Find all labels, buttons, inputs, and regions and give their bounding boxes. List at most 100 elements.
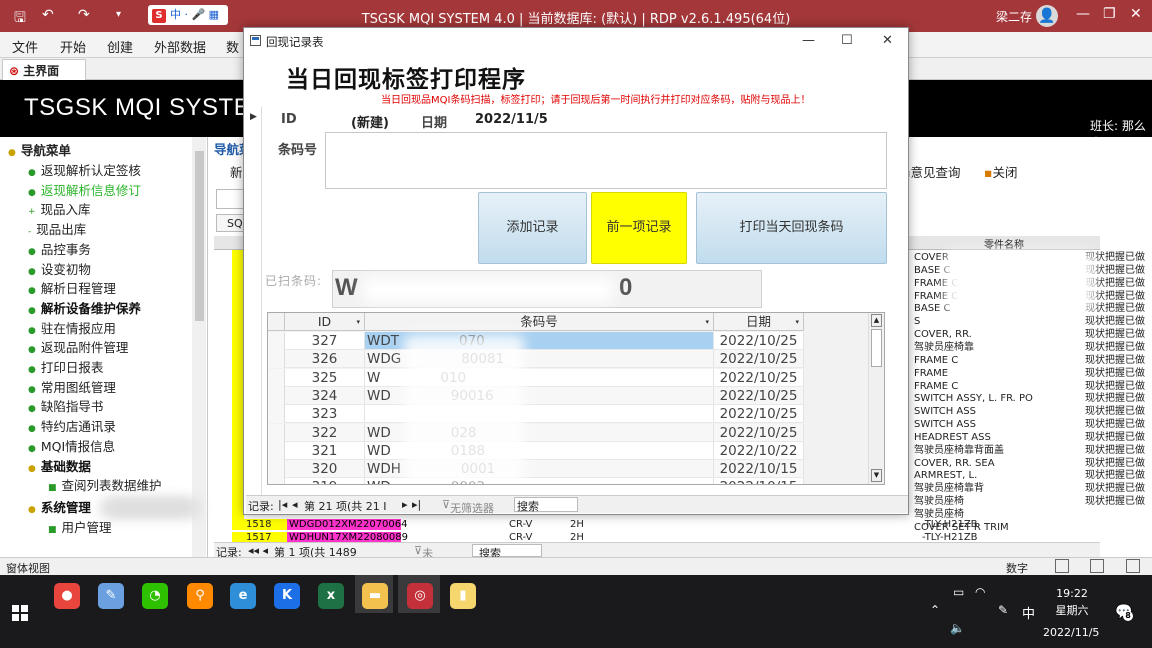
popup-minimize-icon[interactable]: — bbox=[802, 33, 815, 48]
part-name-cell[interactable]: 驾驶员座椅靠背 bbox=[914, 482, 984, 495]
volume-icon[interactable]: 🔈 bbox=[950, 621, 965, 635]
grid-cell-date[interactable]: 2022/10/25 bbox=[714, 405, 804, 424]
part-name-cell[interactable]: ARMREST, L. bbox=[914, 469, 977, 482]
avatar[interactable]: 👤 bbox=[1036, 5, 1058, 27]
grid-scroll-thumb[interactable] bbox=[871, 329, 882, 367]
row-selector[interactable] bbox=[268, 478, 285, 484]
grid-row[interactable]: 325W0102022/10/25 bbox=[268, 368, 804, 387]
part-name-column[interactable]: 零件名称 bbox=[984, 236, 1024, 251]
nav-item[interactable]: ■ 查阅列表数据维护 bbox=[48, 475, 162, 494]
nav-item[interactable]: ● 常用图纸管理 bbox=[28, 377, 116, 396]
nav-scroll-thumb[interactable] bbox=[195, 151, 204, 321]
bg-input[interactable] bbox=[216, 189, 246, 209]
barcode-input[interactable] bbox=[325, 132, 887, 189]
grid-cell-date[interactable]: 2022/10/25 bbox=[714, 332, 804, 350]
grid-cell-date[interactable]: 2022/10/15 bbox=[714, 460, 804, 479]
tab-main[interactable]: ⊛ 主界面 bbox=[2, 59, 86, 80]
form-view-icon[interactable] bbox=[1055, 559, 1069, 573]
grid-cell-id[interactable]: 322 bbox=[285, 423, 365, 442]
record-position[interactable]: 第 21 项(共 21 I bbox=[304, 498, 387, 514]
grid-scrollbar[interactable]: ▲ ▼ bbox=[868, 313, 884, 484]
grid-cell-id[interactable]: 324 bbox=[285, 386, 365, 405]
battery-icon[interactable]: ▭ bbox=[953, 585, 964, 599]
status-cell[interactable]: 现状把握已做 bbox=[1085, 469, 1145, 482]
row-selector[interactable] bbox=[268, 332, 285, 350]
grid-cell-date[interactable]: 2022/10/15 bbox=[714, 478, 804, 484]
clock-date[interactable]: 2022/11/5 bbox=[1043, 626, 1099, 639]
grid-header-date[interactable]: 日期 ▾ bbox=[714, 313, 804, 331]
nav-item[interactable]: ● 特约店通讯录 bbox=[28, 416, 116, 435]
prev-record-icon[interactable]: ◂ bbox=[292, 498, 298, 511]
last-record-icon[interactable]: ▸| bbox=[412, 498, 421, 511]
part-name-cell[interactable]: FRAME bbox=[914, 367, 948, 380]
part-name-cell[interactable]: HEADREST ASS bbox=[914, 431, 991, 444]
search-app-icon[interactable]: ⚲ bbox=[187, 583, 213, 609]
nav-item[interactable]: ● 返现解析认定签核 bbox=[28, 160, 141, 179]
grid-cell-id[interactable]: 321 bbox=[285, 441, 365, 460]
part-name-cell[interactable]: SWITCH ASS bbox=[914, 418, 976, 431]
grid-cell-date[interactable]: 2022/10/25 bbox=[714, 350, 804, 369]
nav-item[interactable]: ■ 用户管理 bbox=[48, 517, 112, 536]
close-form-button[interactable]: ▪关闭 bbox=[984, 162, 1018, 181]
row-selector[interactable] bbox=[268, 460, 285, 479]
user-name[interactable]: 梁二存 bbox=[996, 8, 1032, 25]
nav-item[interactable]: - 现品出库 bbox=[28, 219, 86, 238]
wifi-icon[interactable]: ◠ bbox=[975, 585, 985, 599]
ribbon-tab-create[interactable]: 创建 bbox=[107, 37, 133, 56]
paint-icon[interactable]: ✎ bbox=[98, 583, 124, 609]
bg-new-button[interactable]: 新 bbox=[230, 162, 243, 181]
bg-search-box[interactable]: 搜索 bbox=[472, 544, 542, 560]
grid-row[interactable]: 327WDT0702022/10/25 bbox=[268, 332, 804, 350]
nav-item[interactable]: ● 品控事务 bbox=[28, 239, 91, 258]
grid-row[interactable]: 324WD900162022/10/25 bbox=[268, 386, 804, 405]
nav-item[interactable]: ● 驻在情报应用 bbox=[28, 318, 116, 337]
part-name-cell[interactable]: COVER, RR. SEA bbox=[914, 457, 995, 470]
status-cell[interactable]: 现状把握已做 bbox=[1085, 367, 1145, 380]
wechat-icon[interactable]: ◔ bbox=[142, 583, 168, 609]
bg-nav-arrows[interactable]: ◂◂ ◂ bbox=[248, 544, 268, 557]
browser-e-icon[interactable]: e bbox=[230, 583, 256, 609]
scroll-down-icon[interactable]: ▼ bbox=[871, 469, 882, 482]
nav-item[interactable]: ● 返现品附件管理 bbox=[28, 337, 128, 356]
ime-indicator[interactable]: 中 bbox=[1022, 603, 1035, 622]
nav-item[interactable]: ● 系统管理 bbox=[28, 497, 91, 516]
folder-icon[interactable]: ▬ bbox=[362, 583, 388, 609]
popup-close-icon[interactable]: ✕ bbox=[882, 33, 893, 48]
bg-filter-status[interactable]: ⊽未筛选 bbox=[414, 544, 433, 592]
access-icon[interactable]: ◎ bbox=[407, 583, 433, 609]
row-selector[interactable] bbox=[268, 386, 285, 405]
add-record-button[interactable]: 添加记录 bbox=[478, 192, 587, 264]
status-cell[interactable]: 现状把握已做 bbox=[1085, 380, 1145, 393]
nav-item[interactable]: ● 返现解析信息修订 bbox=[28, 180, 141, 199]
grid-cell-id[interactable]: 319 bbox=[285, 478, 365, 484]
part-name-cell[interactable]: SWITCH ASS bbox=[914, 405, 976, 418]
grid-row[interactable]: 321WD01882022/10/22 bbox=[268, 441, 804, 460]
print-today-barcodes-button[interactable]: 打印当天回现条码 bbox=[696, 192, 887, 264]
sq-button[interactable]: SQ bbox=[216, 214, 246, 232]
nav-root[interactable]: ● 导航菜单 bbox=[8, 140, 71, 159]
status-cell[interactable]: 现状把握已做 bbox=[1085, 341, 1145, 354]
nav-item[interactable]: + 现品入库 bbox=[28, 199, 91, 218]
popup-maximize-icon[interactable]: ☐ bbox=[841, 33, 853, 48]
grid-cell-date[interactable]: 2022/10/25 bbox=[714, 423, 804, 442]
notification-icon[interactable]: 💬8 bbox=[1115, 604, 1133, 621]
status-cell[interactable]: 现状把握已做 bbox=[1085, 495, 1145, 508]
opinion-query-button[interactable]: ▪意见查询 bbox=[902, 162, 961, 181]
status-cell[interactable]: 现状把握已做 bbox=[1085, 315, 1145, 328]
date-value[interactable]: 2022/11/5 bbox=[475, 112, 548, 127]
nav-item[interactable]: ● 缺陷指导书 bbox=[28, 396, 103, 415]
nav-item[interactable]: ● 打印日报表 bbox=[28, 357, 103, 376]
status-cell[interactable]: 现状把握已做 bbox=[1085, 328, 1145, 341]
grid-row[interactable]: 323 2022/10/25 bbox=[268, 405, 804, 424]
row-selector[interactable] bbox=[268, 368, 285, 387]
row-selector[interactable] bbox=[268, 423, 285, 442]
nav-item[interactable]: ● 解析日程管理 bbox=[28, 278, 116, 297]
nav-scrollbar[interactable] bbox=[192, 137, 206, 557]
row-selector[interactable] bbox=[268, 441, 285, 460]
filter-status[interactable]: ⊽ 无筛选器 bbox=[442, 498, 494, 515]
windows-start-icon[interactable] bbox=[12, 605, 28, 621]
status-cell[interactable]: 现状把握已做 bbox=[1085, 354, 1145, 367]
notes-icon[interactable]: ▮ bbox=[450, 583, 476, 609]
record-search-box[interactable]: 搜索 bbox=[514, 497, 578, 513]
design-view-icon[interactable] bbox=[1126, 559, 1140, 573]
